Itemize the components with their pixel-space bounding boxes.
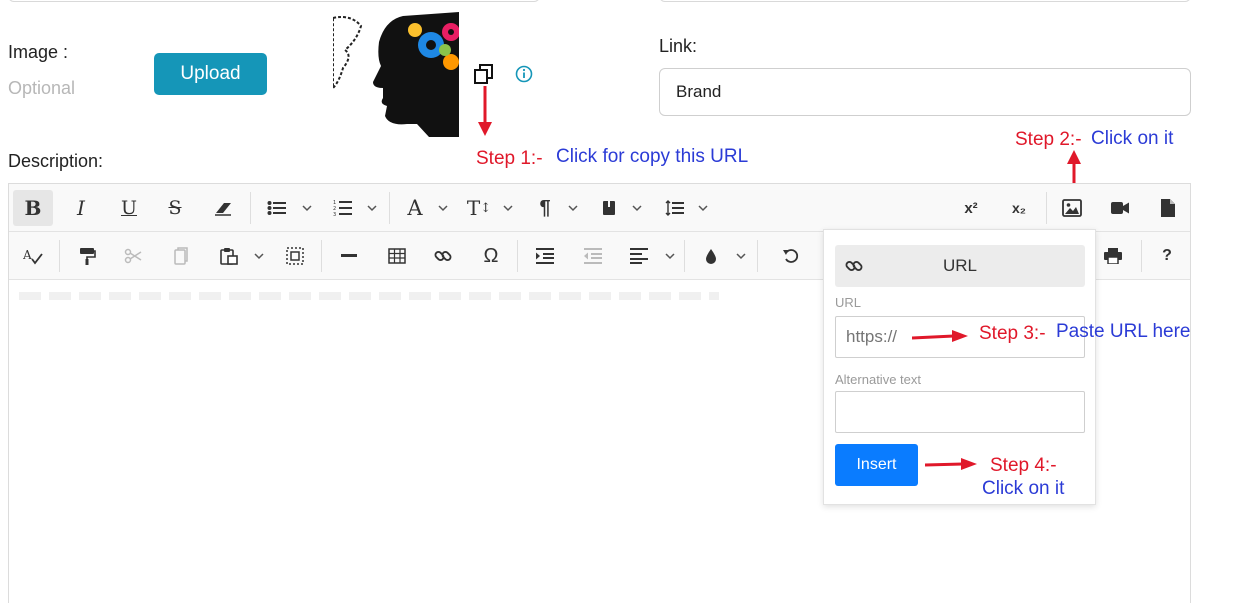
special-char-button[interactable]: Ω	[473, 238, 509, 274]
image-label: Image :	[8, 42, 69, 62]
horizontal-rule-icon[interactable]	[331, 238, 367, 274]
align-dropdown-icon[interactable]	[664, 250, 676, 262]
strikethrough-button[interactable]: S	[155, 190, 195, 226]
insert-image-icon[interactable]	[1053, 190, 1091, 226]
font-size-dropdown-icon[interactable]	[502, 202, 514, 214]
block-style-dropdown-icon[interactable]	[631, 202, 643, 214]
paragraph-button[interactable]: ¶	[527, 190, 563, 226]
copy-icon[interactable]	[163, 238, 199, 274]
paste-dropdown-icon[interactable]	[253, 250, 265, 262]
select-all-icon[interactable]	[277, 238, 313, 274]
bullet-list-dropdown-icon[interactable]	[301, 202, 313, 214]
italic-button[interactable]: I	[61, 190, 101, 226]
step2-prefix: Step 2:-	[1015, 129, 1082, 150]
paragraph-dropdown-icon[interactable]	[567, 202, 579, 214]
line-height-icon[interactable]	[657, 190, 693, 226]
step4-text: Click on it	[982, 478, 1065, 499]
step2-text: Click on it	[1091, 128, 1174, 149]
numbered-list-dropdown-icon[interactable]	[366, 202, 378, 214]
previous-field-left	[8, 0, 540, 2]
format-painter-icon[interactable]	[69, 238, 105, 274]
block-style-icon[interactable]	[591, 190, 627, 226]
outdent-icon[interactable]	[575, 238, 611, 274]
tab-url-label: URL	[942, 256, 977, 275]
description-label: Description:	[8, 151, 104, 171]
tab-url[interactable]: URL	[835, 245, 1085, 287]
step3-arrow	[912, 330, 968, 342]
alt-text-label: Alternative text	[835, 372, 921, 387]
font-size-button[interactable]: T ↕	[461, 190, 497, 226]
help-button[interactable]: ?	[1149, 238, 1185, 274]
link-label: Link:	[659, 36, 698, 56]
svg-text:A: A	[23, 248, 32, 262]
highlight-color-icon[interactable]	[693, 238, 729, 274]
highlight-dropdown-icon[interactable]	[735, 250, 747, 262]
superscript-button[interactable]: x²	[951, 190, 991, 226]
image-preview	[333, 12, 459, 137]
step1-text: Click for copy this URL	[556, 146, 749, 167]
bold-button[interactable]: B	[13, 190, 53, 226]
undo-icon[interactable]	[773, 238, 809, 274]
subscript-button[interactable]: x₂	[999, 190, 1039, 226]
link-input[interactable]	[659, 68, 1191, 116]
font-dropdown-icon[interactable]	[437, 202, 449, 214]
print-icon[interactable]	[1095, 238, 1131, 274]
table-icon[interactable]	[379, 238, 415, 274]
previous-field-right	[659, 0, 1191, 2]
bullet-list-icon[interactable]	[259, 190, 295, 226]
toolbar-row-1: B I U S 123 A T ↕ ¶ x² x₂	[9, 184, 1190, 232]
step4-arrow	[925, 458, 977, 470]
alt-text-input[interactable]	[835, 391, 1085, 433]
url-label: URL	[835, 295, 862, 310]
svg-text:3: 3	[333, 212, 336, 217]
step1-prefix: Step 1:-	[476, 148, 543, 169]
align-icon[interactable]	[621, 238, 657, 274]
copy-url-icon[interactable]	[472, 62, 496, 86]
step4-prefix: Step 4:-	[990, 455, 1057, 476]
font-color-button[interactable]: A	[397, 190, 433, 226]
info-icon[interactable]	[515, 65, 533, 83]
insert-file-icon[interactable]	[1149, 190, 1187, 226]
upload-button[interactable]: Upload	[154, 53, 267, 95]
eraser-icon[interactable]	[203, 190, 243, 226]
step3-prefix: Step 3:-	[979, 323, 1046, 344]
insert-button[interactable]: Insert	[835, 444, 918, 486]
underline-button[interactable]: U	[109, 190, 149, 226]
step1-arrow	[478, 86, 492, 136]
paste-icon[interactable]	[211, 238, 247, 274]
line-height-dropdown-icon[interactable]	[697, 202, 709, 214]
indent-icon[interactable]	[527, 238, 563, 274]
spellcheck-icon[interactable]: A	[15, 238, 51, 274]
step3-text: Paste URL here	[1056, 321, 1191, 342]
insert-video-icon[interactable]	[1101, 190, 1139, 226]
cut-icon[interactable]	[115, 238, 151, 274]
image-optional-hint: Optional	[8, 78, 76, 98]
editor-placeholder-text	[19, 292, 719, 300]
numbered-list-icon[interactable]: 123	[325, 190, 361, 226]
link-icon[interactable]	[425, 238, 461, 274]
